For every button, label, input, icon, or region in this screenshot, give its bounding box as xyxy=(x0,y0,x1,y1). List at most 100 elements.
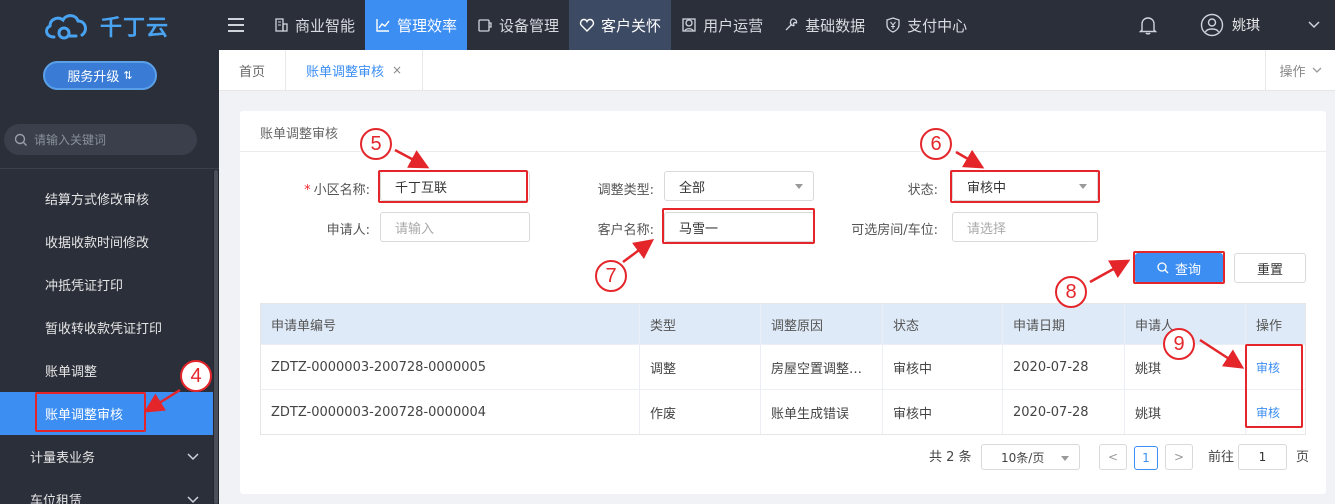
applicant-input[interactable]: 请输入 xyxy=(380,212,530,242)
nav-label: 商业智能 xyxy=(295,16,356,35)
user-ops-icon xyxy=(682,18,696,32)
sidebar-item-temp-receipt-print[interactable]: 暂收转收款凭证打印 xyxy=(0,306,213,349)
sidebar-item-offset-print[interactable]: 冲抵凭证打印 xyxy=(0,263,213,306)
sidebar-menu: 结算方式修改审核 收据收款时间修改 冲抵凭证打印 暂收转收款凭证打印 账单调整 … xyxy=(0,177,213,504)
table-cell-text: 房屋空置调整… xyxy=(771,361,863,377)
nav-label: 用户运营 xyxy=(703,16,764,35)
nav-label: 基础数据 xyxy=(805,16,866,35)
sidebar-group-parking[interactable]: 车位租赁 xyxy=(0,478,213,504)
goto-suffix: 页 xyxy=(1296,450,1310,465)
upgrade-arrow-icon: ⇅ xyxy=(123,69,133,82)
nav-label: 设备管理 xyxy=(499,16,560,35)
community-label: * 小区名称: xyxy=(290,179,370,198)
sidebar-item-label: 结算方式修改审核 xyxy=(45,193,150,208)
table-cell: 审核 xyxy=(1246,390,1305,434)
sidebar-group-label: 车位租赁 xyxy=(30,494,83,504)
nav-base-data[interactable]: 基础数据 xyxy=(773,0,875,50)
cloud-logo-icon xyxy=(45,14,87,40)
customer-input[interactable]: 马雪一 xyxy=(664,212,814,242)
page-size-value: 10条/页 xyxy=(1001,450,1045,465)
card-title-divider xyxy=(240,151,1326,152)
audit-link[interactable]: 审核 xyxy=(1256,404,1280,421)
room-select[interactable]: 请选择 xyxy=(952,212,1098,242)
nav-device-management[interactable]: 设备管理 xyxy=(467,0,569,50)
query-button[interactable]: 查询 xyxy=(1135,253,1223,283)
pager-total: 共 2 条 xyxy=(929,450,972,465)
header-cell: 操作 xyxy=(1256,318,1283,334)
table-cell: 房屋空置调整… xyxy=(761,345,883,389)
tab-label: 首页 xyxy=(239,64,266,80)
tab-operations-dropdown[interactable]: 操作 xyxy=(1265,50,1335,90)
adjust-type-value: 全部 xyxy=(679,180,706,196)
nav-label: 支付中心 xyxy=(907,16,968,35)
sidebar: 千丁云 服务升级 ⇅ 结算方式修改审核 收据收款时间修改 冲抵凭证打印 暂收转收… xyxy=(0,0,219,504)
table-cell: 审核 xyxy=(1246,345,1305,389)
user-name: 姚琪 xyxy=(1232,18,1260,34)
user-menu[interactable]: 姚琪 xyxy=(1200,13,1335,37)
caret-down-icon xyxy=(795,184,803,189)
status-select[interactable]: 审核中 xyxy=(952,171,1098,201)
current-page[interactable]: 1 xyxy=(1134,446,1158,470)
tab-ops-label: 操作 xyxy=(1279,64,1306,80)
prev-page-button[interactable]: < xyxy=(1099,444,1127,470)
sidebar-item-settlement-audit[interactable]: 结算方式修改审核 xyxy=(0,177,213,220)
results-table: 申请单编号 类型 调整原因 状态 申请日期 申请人 操作 ZDTZ-000000… xyxy=(260,303,1306,435)
customer-value: 马雪一 xyxy=(679,221,719,237)
nav-customer-care[interactable]: 客户关怀 xyxy=(569,0,672,50)
sidebar-group-label: 计量表业务 xyxy=(30,451,96,466)
nav-management-efficiency[interactable]: 管理效率 xyxy=(365,0,468,50)
annotation-number-4: 4 xyxy=(180,360,212,392)
sidebar-group-meter[interactable]: 计量表业务 xyxy=(0,435,213,478)
reset-button[interactable]: 重置 xyxy=(1234,253,1306,283)
card-title: 账单调整审核 xyxy=(260,127,339,142)
query-label: 查询 xyxy=(1174,262,1201,278)
top-navigation: 商业智能 管理效率 设备管理 客户关怀 用户运营 基础数据 支付中心 姚琪 xyxy=(219,0,1335,50)
adjust-type-select[interactable]: 全部 xyxy=(664,171,814,201)
tab-home[interactable]: 首页 xyxy=(219,50,287,90)
community-input[interactable]: 千丁互联 xyxy=(380,171,530,201)
nav-business-intelligence[interactable]: 商业智能 xyxy=(263,0,365,50)
header-cell: 类型 xyxy=(640,304,761,344)
goto-page-input[interactable]: 1 xyxy=(1238,444,1287,470)
header-cell: 调整原因 xyxy=(761,304,883,344)
table-cell: 调整 xyxy=(640,345,761,389)
table-header: 申请单编号 类型 调整原因 状态 申请日期 申请人 操作 xyxy=(261,304,1305,344)
logo[interactable]: 千丁云 xyxy=(42,8,169,44)
audit-link[interactable]: 审核 xyxy=(1256,359,1280,376)
table-cell: 姚琪 xyxy=(1125,390,1246,434)
sidebar-scrollbar[interactable] xyxy=(214,170,218,504)
page-size-select[interactable]: 10条/页 xyxy=(981,444,1080,470)
annotation-number-8: 8 xyxy=(1055,276,1087,308)
community-label-text: 小区名称: xyxy=(313,183,370,198)
header-cell: 申请日期 xyxy=(1003,304,1125,344)
bell-icon xyxy=(1139,17,1157,35)
sidebar-item-label: 暂收转收款凭证打印 xyxy=(45,322,163,337)
sidebar-item-receipt-time[interactable]: 收据收款时间修改 xyxy=(0,220,213,263)
tab-label: 账单调整审核 xyxy=(306,64,385,80)
close-icon[interactable]: × xyxy=(392,63,402,77)
next-page-button[interactable]: > xyxy=(1165,444,1193,470)
top-right-area: 姚琪 xyxy=(1130,0,1335,50)
table-row: ZDTZ-0000003-200728-0000005 调整 房屋空置调整… 审… xyxy=(261,344,1305,389)
avatar-icon xyxy=(1200,13,1224,37)
nav-user-operations[interactable]: 用户运营 xyxy=(671,0,773,50)
search-icon xyxy=(1157,262,1169,274)
tab-bar: 首页 账单调整审核 × 操作 xyxy=(219,50,1335,91)
chart-icon xyxy=(376,19,390,32)
annotation-number-9: 9 xyxy=(1163,328,1195,360)
nav-payment-center[interactable]: 支付中心 xyxy=(875,0,977,50)
upgrade-button[interactable]: 服务升级 ⇅ xyxy=(43,61,157,90)
tab-bill-adjust-audit[interactable]: 账单调整审核 × xyxy=(286,50,424,90)
sidebar-search xyxy=(4,124,197,155)
room-placeholder: 请选择 xyxy=(967,221,1007,237)
annotation-number-7: 7 xyxy=(595,260,627,292)
notification-button[interactable] xyxy=(1130,0,1166,50)
sidebar-item-bill-adjust-audit[interactable]: 账单调整审核 xyxy=(0,392,213,435)
search-icon xyxy=(14,133,27,146)
hamburger-menu-icon[interactable] xyxy=(221,18,251,32)
sidebar-divider xyxy=(0,168,219,169)
nav-label: 客户关怀 xyxy=(601,16,662,35)
sidebar-search-input[interactable] xyxy=(34,132,184,147)
table-cell: 2020-07-28 xyxy=(1003,345,1125,389)
table-cell: 审核中 xyxy=(883,345,1003,389)
